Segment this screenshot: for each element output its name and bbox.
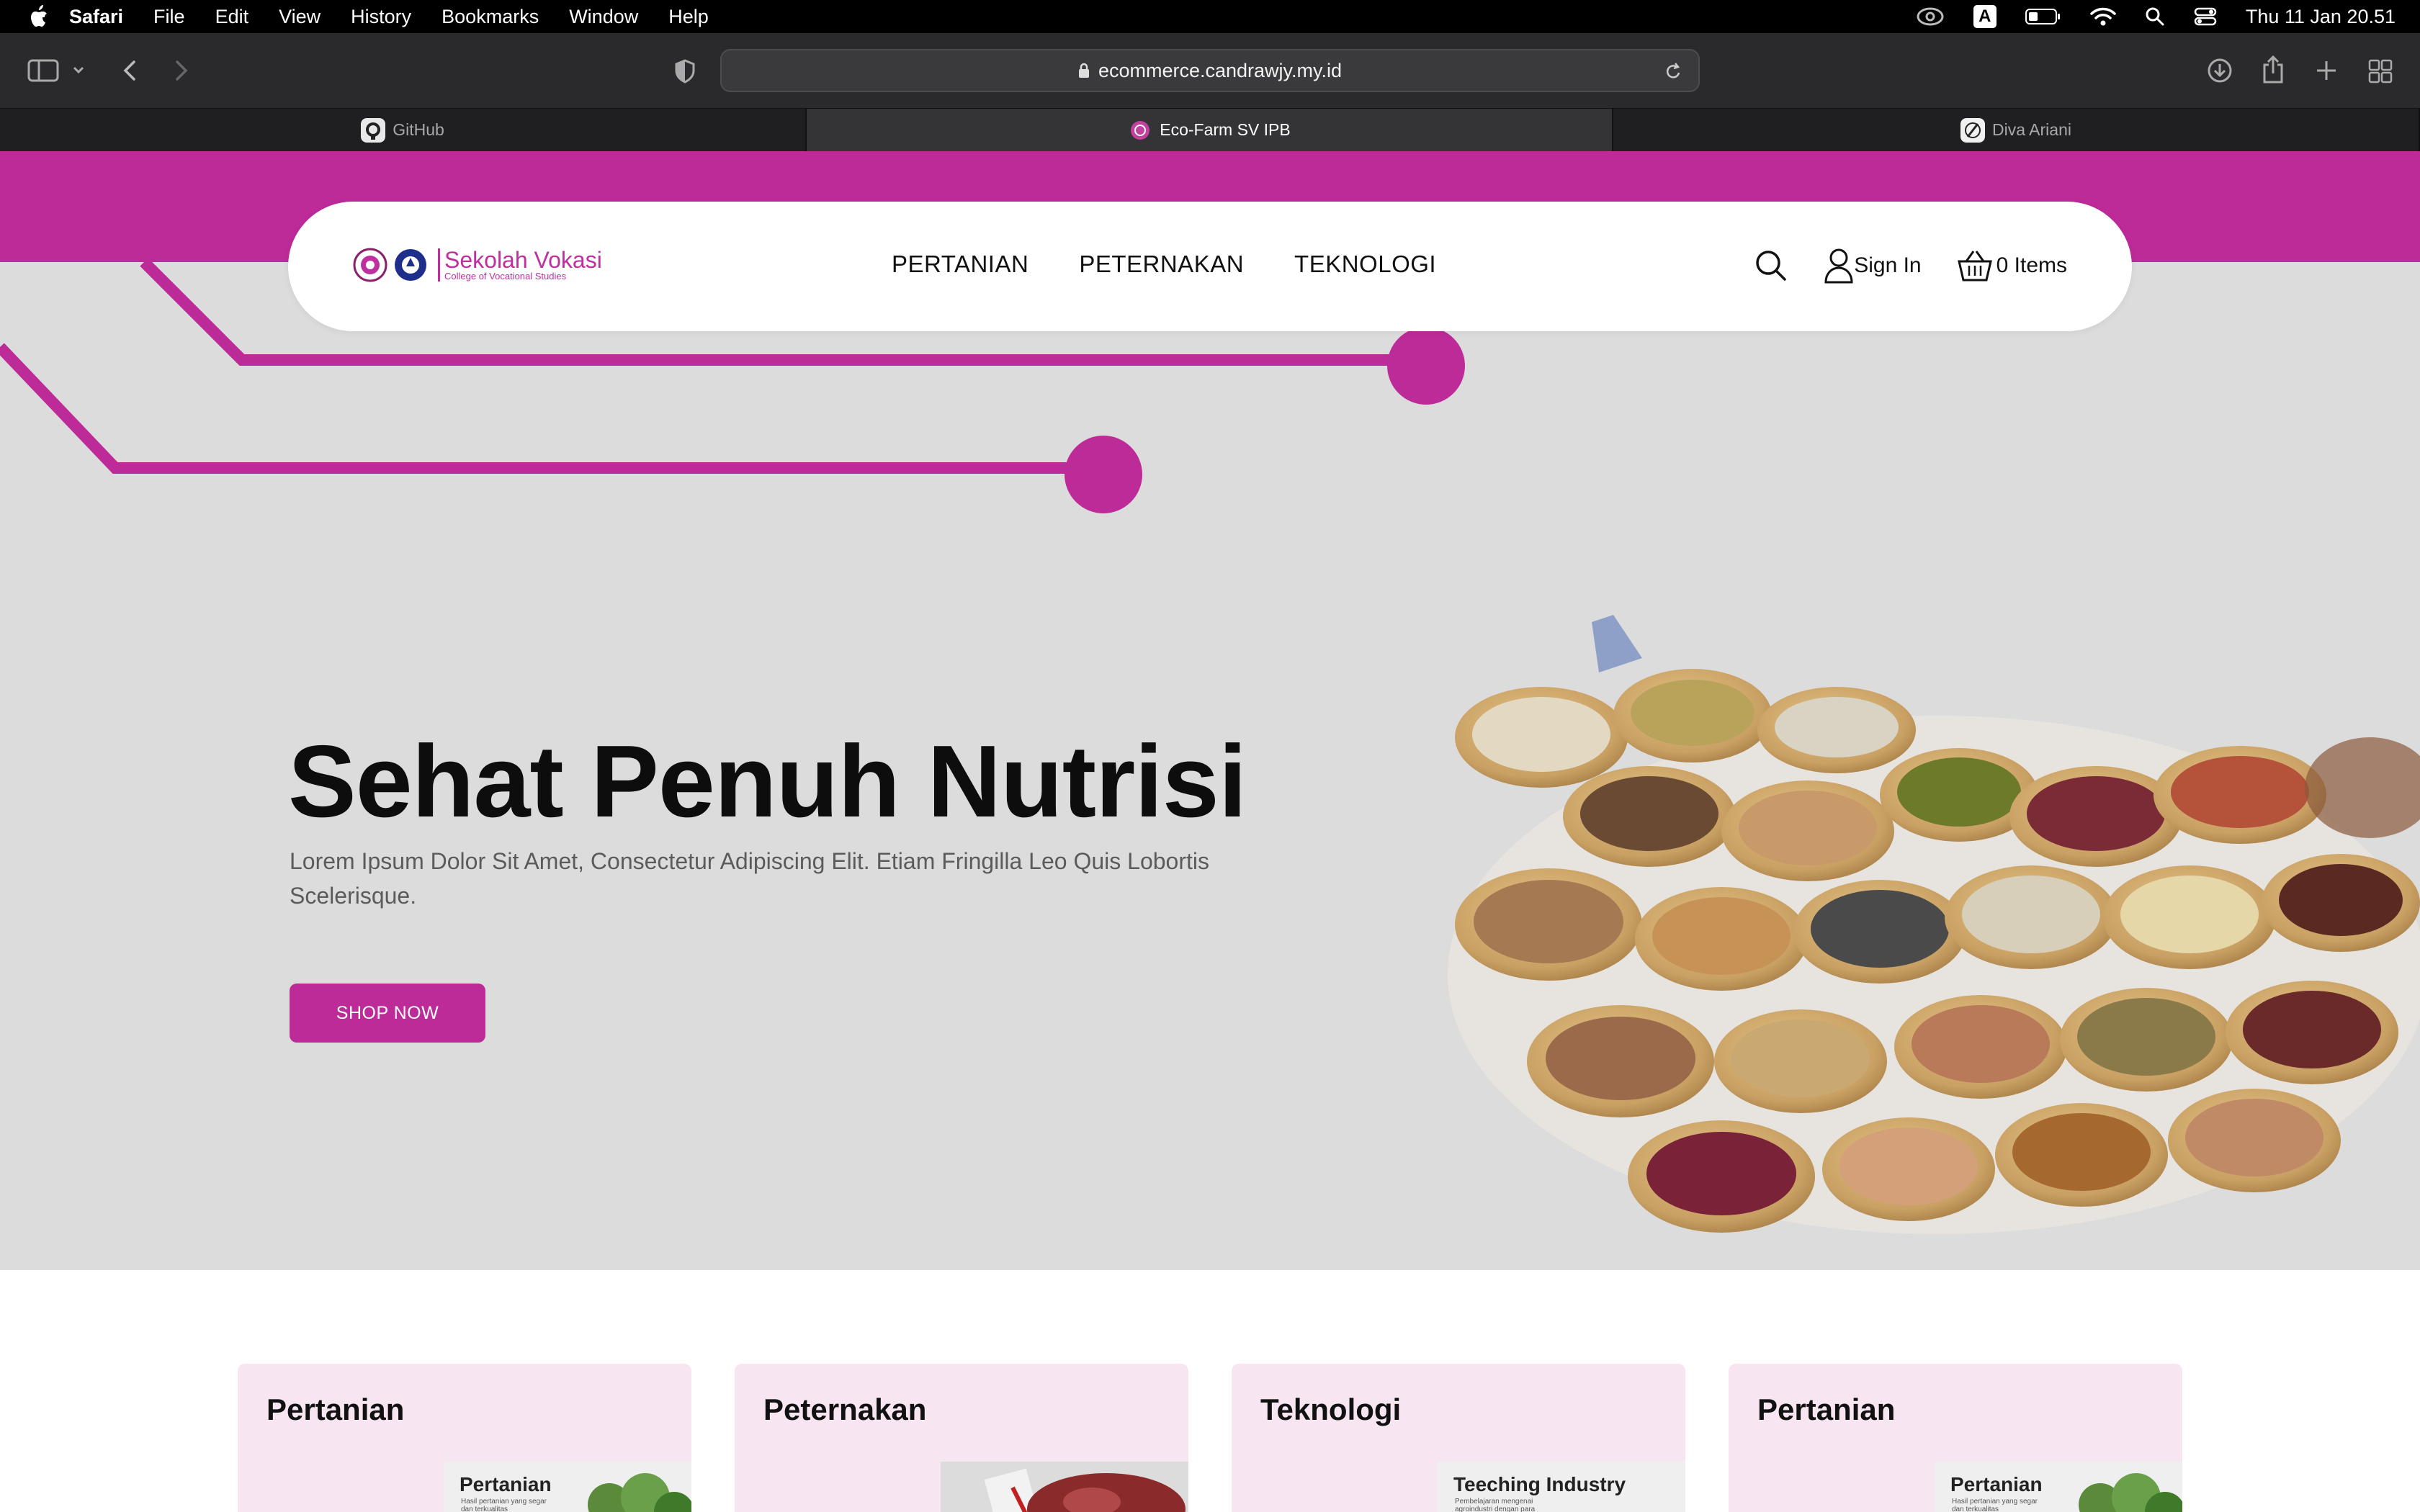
menu-bar: Safari File Edit View History Bookmarks … [0, 0, 2420, 33]
search-icon[interactable] [1754, 249, 1788, 282]
sign-in-link[interactable]: Sign In [1824, 248, 1922, 284]
thumbnail-title: Teeching Industry [1453, 1473, 1626, 1495]
category-title: Peternakan [763, 1392, 927, 1426]
category-card-pertanian-2[interactable]: Pertanian Pertanian Hasil pertanian yang… [1729, 1364, 2182, 1512]
category-thumbnail [941, 1462, 1188, 1512]
logo-subtitle: College of Vocational Studies [444, 271, 567, 282]
tab-overview-icon[interactable] [2368, 59, 2393, 84]
ecofarm-favicon [1131, 120, 1150, 140]
creative-cloud-icon[interactable] [1916, 6, 1945, 27]
hero-title: Sehat Penuh Nutrisi [288, 724, 1247, 839]
category-thumbnail: Teeching Industry Pembelajaran mengenai … [1438, 1462, 1685, 1512]
basket-icon [1957, 251, 1992, 282]
tab-label: Diva Ariani [1992, 120, 2071, 139]
vegetables-image [588, 1473, 691, 1512]
menu-clock[interactable]: Thu 11 Jan 20.51 [2246, 6, 2396, 28]
tab-diva-ariani[interactable]: Diva Ariani [1613, 109, 2420, 151]
category-thumbnail: Pertanian Hasil pertanian yang segar dan… [444, 1462, 691, 1512]
sign-in-label: Sign In [1854, 253, 1922, 277]
category-card-peternakan[interactable]: Peternakan [735, 1364, 1188, 1512]
menu-bookmarks[interactable]: Bookmarks [442, 6, 539, 28]
menu-window[interactable]: Window [569, 6, 638, 28]
category-card-pertanian[interactable]: Pertanian Pertanian Hasil pertanian yang… [238, 1364, 691, 1512]
main-nav: PERTANIAN PETERNAKAN TEKNOLOGI [892, 251, 1436, 278]
control-center-icon[interactable] [2194, 6, 2217, 27]
institute-seal-icon [395, 249, 426, 281]
lock-icon [1078, 63, 1089, 78]
input-source-indicator[interactable]: A [1973, 5, 1996, 28]
vegetables-image [2079, 1473, 2182, 1512]
grains-image [1448, 615, 2420, 1234]
menu-app-safari[interactable]: Safari [69, 6, 123, 28]
technology-image [1567, 1498, 1654, 1512]
hero-section: Sehat Penuh Nutrisi Lorem Ipsum Dolor Si… [0, 262, 2420, 1270]
hero-description: Lorem Ipsum Dolor Sit Amet, Consectetur … [290, 848, 1209, 909]
address-bar[interactable]: ecommerce.candrawjy.my.id [720, 49, 1700, 92]
nav-peternakan[interactable]: PETERNAKAN [1079, 251, 1244, 278]
site-logo[interactable]: Sekolah Vokasi College of Vocational Stu… [353, 248, 602, 282]
site-header: Sekolah Vokasi College of Vocational Stu… [288, 202, 2132, 331]
reload-icon[interactable] [1664, 62, 1682, 82]
category-thumbnail: Pertanian Hasil pertanian yang segar dan… [1935, 1462, 2182, 1512]
category-title: Pertanian [1757, 1392, 1896, 1426]
new-tab-icon[interactable] [2315, 59, 2338, 82]
nav-teknologi[interactable]: TEKNOLOGI [1294, 251, 1436, 278]
menu-file[interactable]: File [153, 6, 185, 28]
nav-pertanian[interactable]: PERTANIAN [892, 251, 1028, 278]
spotlight-search-icon[interactable] [2145, 6, 2165, 27]
browser-toolbar: ecommerce.candrawjy.my.id [0, 33, 2420, 108]
url-text: ecommerce.candrawjy.my.id [1098, 59, 1343, 81]
cart-count: 0 Items [1996, 253, 2067, 277]
university-seal-icon [353, 248, 387, 282]
wifi-icon[interactable] [2090, 6, 2116, 27]
privacy-shield-icon[interactable] [674, 59, 696, 84]
menu-edit[interactable]: Edit [215, 6, 249, 28]
forward-icon[interactable] [173, 59, 190, 82]
apple-icon[interactable] [27, 4, 49, 29]
menu-view[interactable]: View [279, 6, 321, 28]
tab-label: Eco-Farm SV IPB [1160, 120, 1291, 139]
tab-label: GitHub [393, 120, 444, 139]
thumbnail-title: Pertanian [460, 1473, 552, 1495]
chevron-down-icon[interactable] [72, 65, 85, 75]
web-page: Sehat Penuh Nutrisi Lorem Ipsum Dolor Si… [0, 151, 2420, 1512]
battery-icon[interactable] [2025, 8, 2061, 25]
menu-history[interactable]: History [351, 6, 411, 28]
downloads-icon[interactable] [2207, 58, 2233, 84]
thumbnail-subtitle: Hasil pertanian yang segar dan terkualit… [461, 1498, 547, 1512]
categories-section: Pertanian Pertanian Hasil pertanian yang… [0, 1270, 2420, 1512]
site-favicon [1960, 117, 1986, 143]
cart-link[interactable]: 0 Items [1956, 248, 2067, 283]
logo-title: Sekolah Vokasi [444, 247, 602, 273]
menu-help[interactable]: Help [668, 6, 709, 28]
category-title: Teknologi [1260, 1392, 1402, 1426]
user-icon [1824, 248, 1853, 284]
tab-eco-farm[interactable]: Eco-Farm SV IPB [807, 109, 1613, 151]
thumbnail-title: Pertanian [1950, 1473, 2043, 1495]
back-icon[interactable] [121, 59, 138, 82]
shop-now-button[interactable]: SHOP NOW [290, 984, 485, 1043]
thumbnail-subtitle: Hasil pertanian yang segar dan terkualit… [1952, 1498, 2038, 1512]
category-card-teknologi[interactable]: Teknologi Teeching Industry Pembelajaran… [1232, 1364, 1685, 1512]
header-actions: Sign In 0 Items [1754, 248, 2067, 284]
meat-image [984, 1468, 1186, 1512]
share-icon[interactable] [2262, 55, 2285, 84]
sidebar-toggle-icon[interactable] [27, 59, 59, 82]
category-title: Pertanian [266, 1392, 405, 1426]
tab-bar: GitHub Eco-Farm SV IPB Diva Ariani [0, 108, 2420, 151]
thumbnail-subtitle: Pembelajaran mengenai agroindustri denga… [1455, 1498, 1536, 1512]
github-icon [361, 117, 386, 143]
tab-github[interactable]: GitHub [0, 109, 807, 151]
